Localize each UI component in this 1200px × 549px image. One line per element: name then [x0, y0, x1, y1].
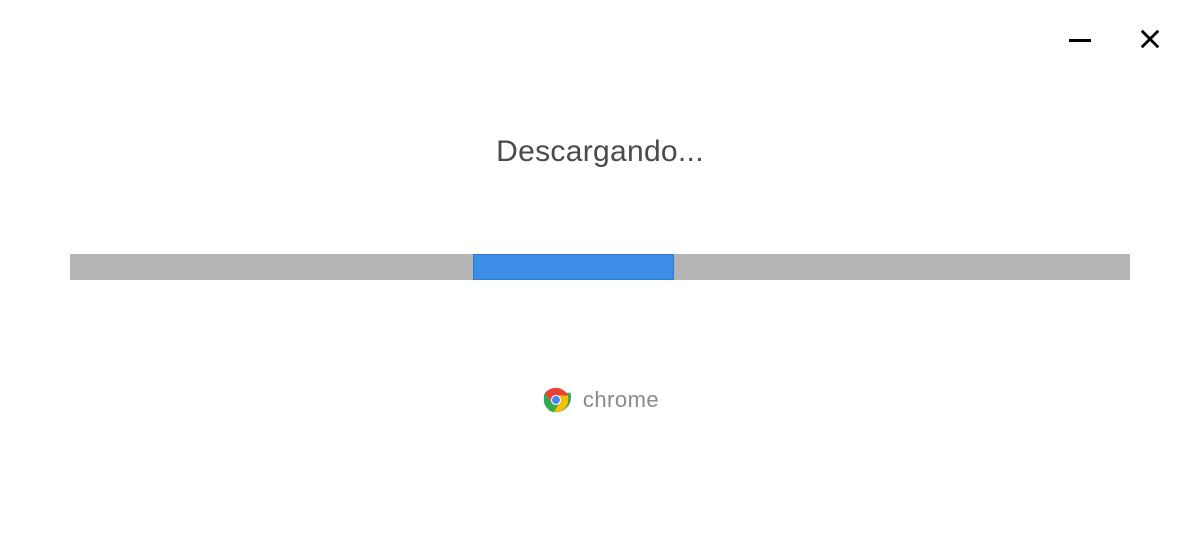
- brand: chrome: [541, 385, 659, 415]
- progress-bar: [70, 254, 1130, 280]
- progress-fill: [473, 254, 674, 280]
- brand-label: chrome: [583, 387, 659, 413]
- chrome-logo-icon: [541, 385, 571, 415]
- installer-content: Descargando... chrome: [0, 0, 1200, 549]
- status-text: Descargando...: [496, 135, 704, 169]
